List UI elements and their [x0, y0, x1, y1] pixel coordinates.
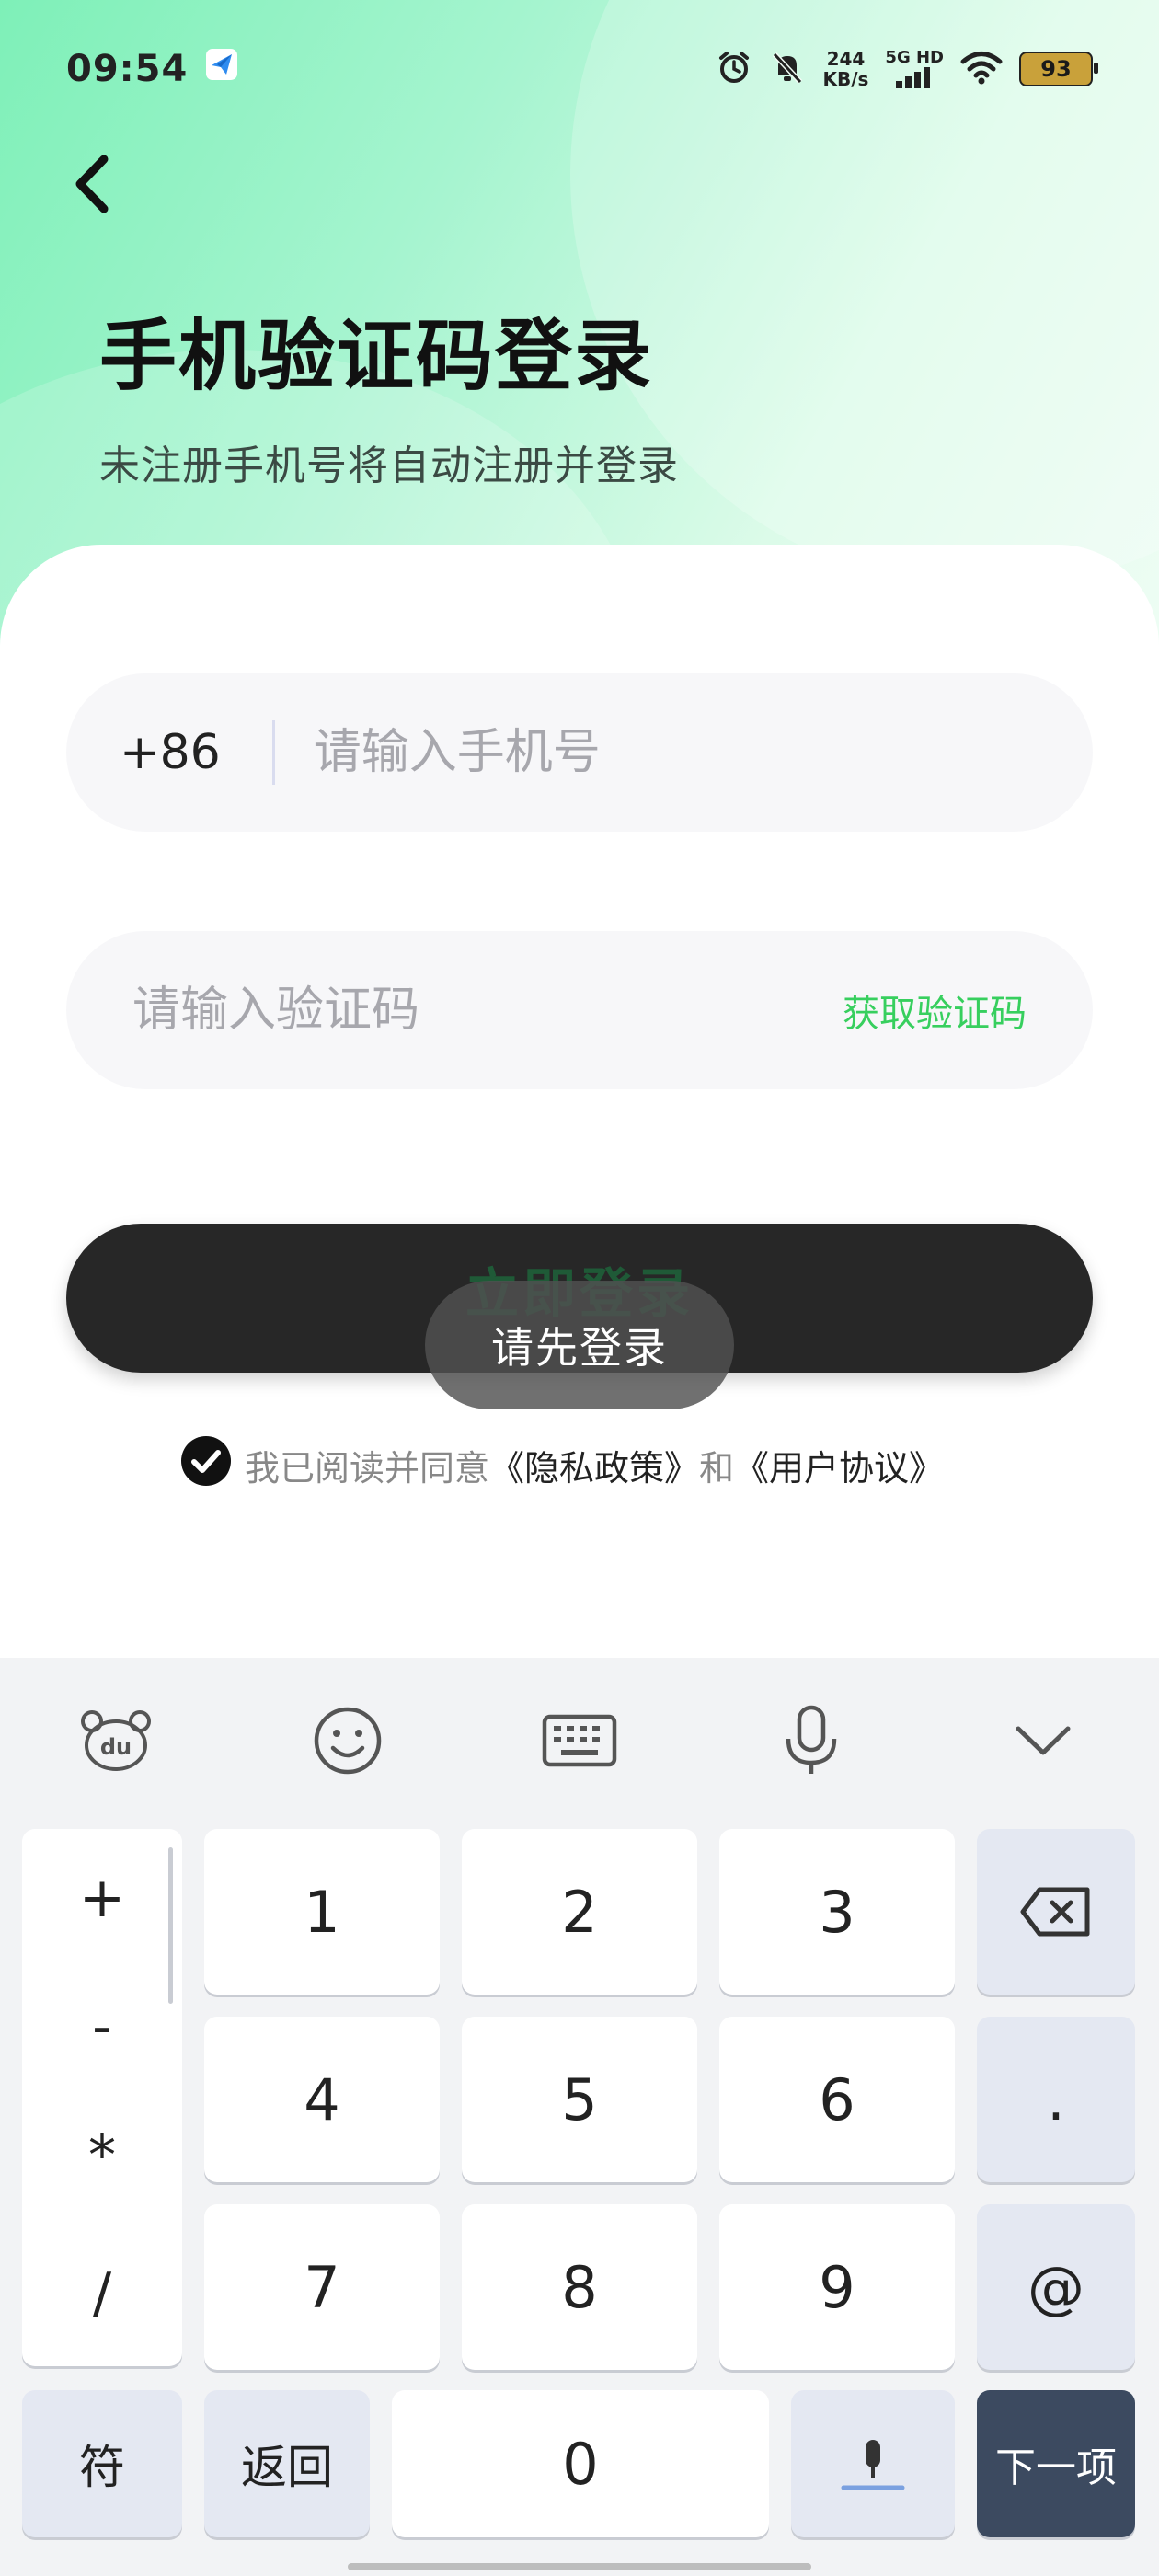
- net-speed-value: 244: [826, 48, 866, 70]
- agreement-and: 和: [699, 1448, 735, 1489]
- privacy-policy-link[interactable]: 《隐私政策》: [489, 1440, 699, 1490]
- battery-level: 93: [1040, 56, 1072, 82]
- next-field-key[interactable]: 下一项: [977, 2390, 1135, 2537]
- key-2[interactable]: 2: [462, 1829, 697, 1995]
- key-4[interactable]: 4: [204, 2017, 440, 2182]
- status-time: 09:54: [66, 48, 189, 90]
- microphone-icon: [841, 2440, 905, 2490]
- key-1[interactable]: 1: [204, 1829, 440, 1995]
- agreement-row: 我已阅读并同意 《隐私政策》 和 《用户协议》: [180, 1435, 944, 1495]
- symbol-key-asterisk[interactable]: *: [22, 2123, 182, 2188]
- key-5[interactable]: 5: [462, 2017, 697, 2182]
- hide-keyboard-button[interactable]: [997, 1695, 1089, 1787]
- page-subtitle: 未注册手机号将自动注册并登录: [99, 443, 679, 489]
- net-speed-unit: KB/s: [822, 68, 869, 90]
- send-app-icon: [204, 47, 239, 91]
- smiley-icon: [314, 1707, 382, 1775]
- user-agreement-link[interactable]: 《用户协议》: [734, 1440, 944, 1490]
- check-circle-icon: [181, 1436, 231, 1486]
- home-indicator[interactable]: [348, 2563, 811, 2570]
- status-left: 09:54: [66, 47, 239, 91]
- symbols-key[interactable]: 符: [22, 2390, 182, 2537]
- symbol-column[interactable]: + - * /: [22, 1829, 182, 2366]
- toast-text: 请先登录: [491, 1323, 668, 1373]
- dot-key[interactable]: .: [977, 2017, 1135, 2182]
- keyboard-icon: [542, 1714, 617, 1767]
- alarm-icon: [716, 49, 752, 89]
- back-button[interactable]: [55, 147, 129, 221]
- symbol-key-minus[interactable]: -: [22, 1995, 182, 2059]
- page-title: 手机验证码登录: [99, 311, 654, 401]
- backspace-icon: [1020, 1887, 1090, 1937]
- return-key[interactable]: 返回: [204, 2390, 370, 2537]
- svg-text:du: du: [100, 1734, 132, 1760]
- status-right: 244 KB/s 5G HD 93: [716, 49, 1098, 89]
- toast-message: 请先登录: [425, 1281, 734, 1409]
- at-key[interactable]: @: [977, 2204, 1135, 2370]
- keyboard-logo-button[interactable]: du: [70, 1695, 162, 1787]
- key-7[interactable]: 7: [204, 2204, 440, 2370]
- backspace-key[interactable]: [977, 1829, 1135, 1995]
- country-code[interactable]: +86: [120, 725, 221, 780]
- voice-key[interactable]: [791, 2390, 955, 2537]
- agreement-prefix: 我已阅读并同意: [245, 1448, 490, 1489]
- keyboard-switch-button[interactable]: [534, 1695, 625, 1787]
- numeric-keyboard: du + - * / 1 2 3 4 5 6 . 7 8 9 @ 符 返回 0 …: [0, 1658, 1159, 2576]
- symbol-key-slash[interactable]: /: [22, 2261, 182, 2326]
- cellular-signal: 5G HD: [885, 50, 944, 88]
- battery-indicator: 93: [1019, 52, 1098, 86]
- emoji-button[interactable]: [302, 1695, 394, 1787]
- key-6[interactable]: 6: [719, 2017, 955, 2182]
- code-field[interactable]: 获取验证码: [66, 931, 1093, 1089]
- bear-du-icon: du: [81, 1710, 151, 1771]
- agreement-checkbox[interactable]: [180, 1435, 232, 1495]
- net-speed: 244 KB/s: [822, 49, 868, 89]
- keyboard-toolbar: du: [0, 1658, 1159, 1823]
- wifi-icon: [960, 50, 1003, 88]
- field-divider: [271, 720, 275, 785]
- symbol-key-plus[interactable]: +: [22, 1866, 182, 1930]
- phone-input[interactable]: [311, 724, 1093, 781]
- chevron-left-icon: [75, 155, 109, 213]
- microphone-icon: [786, 1705, 837, 1774]
- get-code-button[interactable]: 获取验证码: [843, 983, 1027, 1037]
- network-type-label: 5G HD: [885, 48, 944, 67]
- status-bar: 09:54 244 KB/s 5G HD 93: [0, 0, 1159, 138]
- key-3[interactable]: 3: [719, 1829, 955, 1995]
- key-9[interactable]: 9: [719, 2204, 955, 2370]
- mute-bell-icon: [769, 49, 806, 89]
- key-0[interactable]: 0: [392, 2390, 769, 2537]
- phone-field[interactable]: +86: [66, 673, 1093, 832]
- key-8[interactable]: 8: [462, 2204, 697, 2370]
- signal-bars-icon: [896, 67, 931, 88]
- code-input[interactable]: [131, 982, 843, 1039]
- voice-input-button[interactable]: [765, 1695, 857, 1787]
- chevron-down-icon: [1016, 1726, 1071, 1755]
